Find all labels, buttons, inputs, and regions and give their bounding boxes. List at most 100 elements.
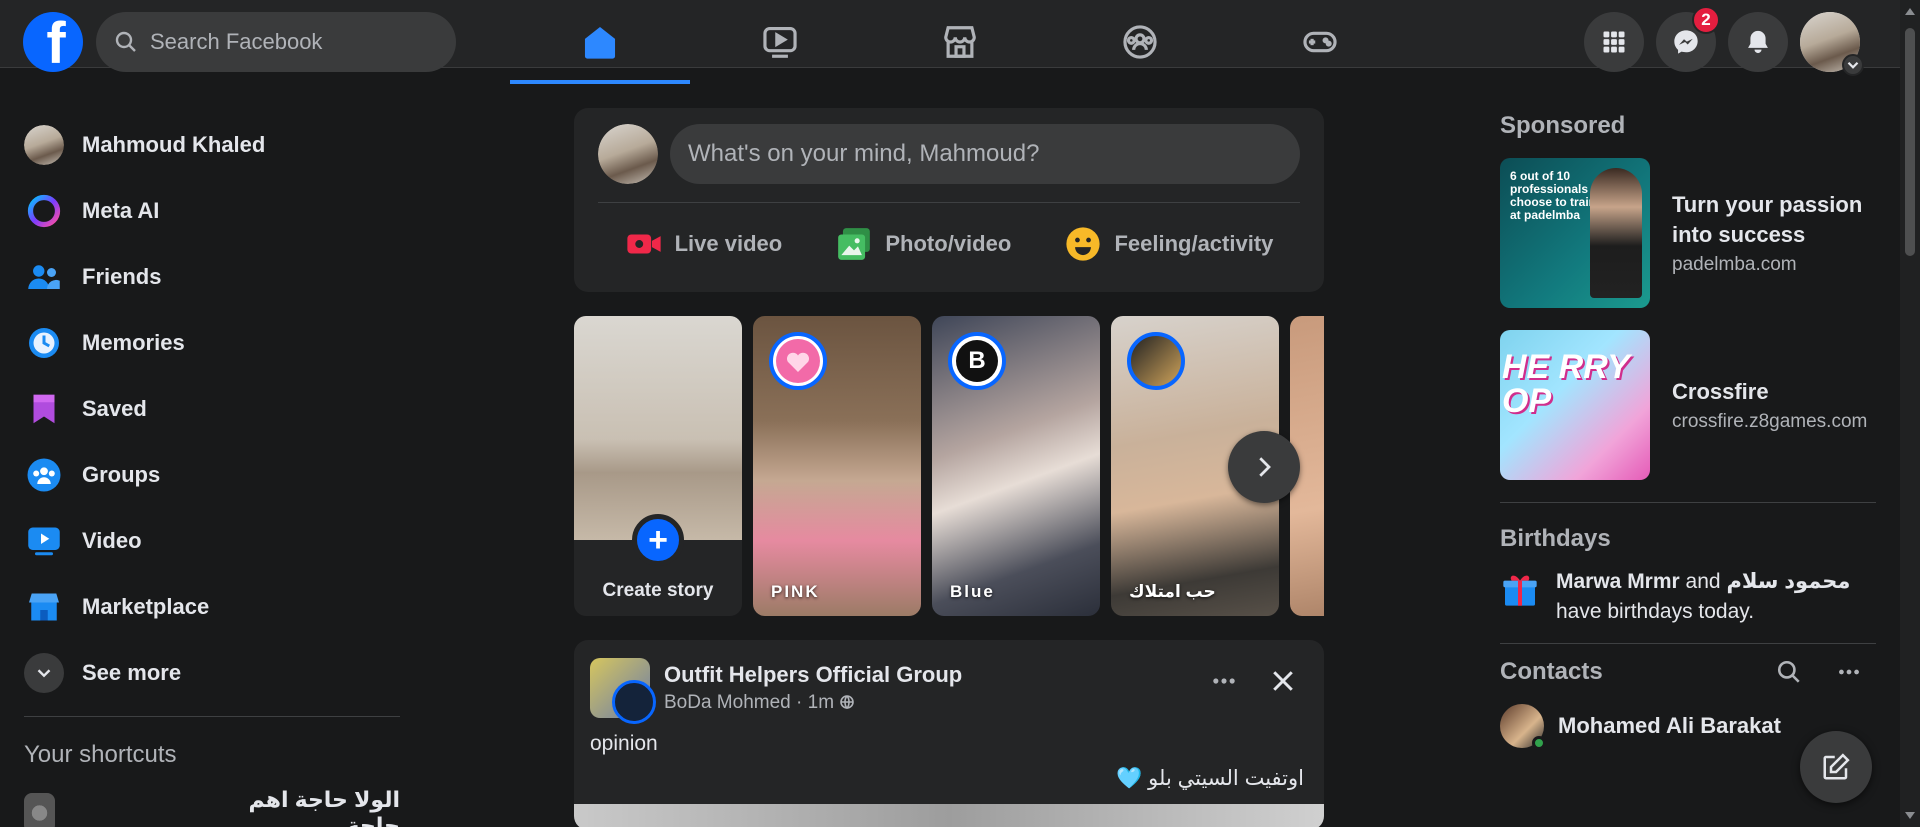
facebook-logo-icon[interactable]: f — [23, 12, 83, 72]
tab-gaming[interactable] — [1230, 0, 1410, 84]
post-composer: What's on your mind, Mahmoud? Live video… — [574, 108, 1324, 292]
create-story-card[interactable]: + Create story — [574, 316, 742, 616]
gaming-tab-icon — [1303, 31, 1337, 53]
story-avatar — [769, 332, 827, 390]
sponsored-ad[interactable]: 6 out of 10 professionals choose to trai… — [1500, 158, 1876, 308]
composer-input[interactable]: What's on your mind, Mahmoud? — [670, 124, 1300, 184]
tab-video[interactable] — [690, 0, 870, 84]
post-time[interactable]: 1m — [808, 692, 834, 713]
top-bar: f 2 — [0, 0, 1900, 84]
meta-ai-icon — [24, 191, 64, 231]
feeling-activity-button[interactable]: Feeling/activity — [1064, 225, 1273, 263]
tab-home[interactable] — [510, 0, 690, 84]
post-author[interactable]: BoDa Mohmed — [664, 692, 791, 713]
create-story-label: Create story — [602, 580, 714, 601]
more-options-icon[interactable] — [1210, 667, 1238, 695]
plus-icon: + — [632, 514, 684, 566]
sidebar-item-groups[interactable]: Groups — [20, 442, 400, 508]
see-more-label: See more — [82, 660, 182, 685]
see-more-button[interactable]: See more — [20, 640, 400, 706]
sidebar-item-label: Meta AI — [82, 198, 160, 223]
notifications-button[interactable] — [1728, 12, 1788, 72]
live-video-label: Live video — [674, 231, 783, 256]
ad-url: crossfire.z8games.com — [1672, 411, 1868, 432]
news-feed: What's on your mind, Mahmoud? Live video… — [574, 108, 1324, 827]
sponsored-ad[interactable]: HE RRY OP Crossfire crossfire.z8games.co… — [1500, 330, 1876, 480]
messenger-button[interactable]: 2 — [1656, 6, 1720, 72]
photo-video-button[interactable]: Photo/video — [835, 225, 1011, 263]
video-icon — [24, 521, 64, 561]
birthday-name[interactable]: Marwa Mrmr — [1556, 570, 1680, 593]
feed-post: Outfit Helpers Official Group BoDa Mohme… — [574, 640, 1324, 827]
account-button[interactable] — [1800, 12, 1864, 76]
left-sidebar: Mahmoud Khaled Meta AI Friends Memories … — [20, 112, 400, 827]
story-card[interactable]: B Blue — [932, 316, 1100, 616]
chevron-right-icon — [1259, 457, 1271, 477]
sidebar-item-label: Memories — [82, 330, 185, 355]
sidebar-item-label: Friends — [82, 264, 162, 289]
close-icon[interactable] — [1268, 666, 1298, 696]
home-icon — [584, 26, 616, 59]
ad-image-text: HE RRY OP — [1502, 348, 1630, 420]
sidebar-item-meta-ai[interactable]: Meta AI — [20, 178, 400, 244]
birthday-notice[interactable]: Marwa Mrmr and محمود سلام have birthdays… — [1500, 567, 1876, 627]
sponsored-title: Sponsored — [1500, 112, 1626, 139]
shortcuts-title: Your shortcuts — [24, 741, 177, 768]
menu-button[interactable] — [1584, 12, 1644, 72]
contact-name: Mohamed Ali Barakat — [1558, 713, 1781, 738]
sidebar-item-label: Groups — [82, 462, 161, 487]
shortcut-item[interactable]: الولا حاجة اهم حاجة — [20, 783, 400, 827]
more-options-icon[interactable] — [1836, 659, 1862, 685]
video-tab-icon — [763, 26, 797, 58]
scroll-down-icon[interactable] — [1905, 812, 1915, 819]
search-input[interactable] — [150, 29, 440, 55]
marketplace-tab-icon — [944, 26, 976, 58]
grid-menu-icon — [1603, 31, 1625, 53]
messenger-badge: 2 — [1692, 6, 1720, 34]
stories-row: + Create story PINK B Blue حب امتلاك — [574, 316, 1324, 616]
post-image[interactable] — [574, 804, 1324, 827]
chevron-down-icon — [1842, 54, 1864, 76]
post-subline: BoDa Mohmed · 1m — [664, 692, 962, 714]
author-avatar[interactable] — [612, 680, 656, 724]
scrollbar-thumb[interactable] — [1905, 28, 1915, 256]
ad-image: 6 out of 10 professionals choose to trai… — [1500, 158, 1650, 308]
birthday-and: and — [1685, 570, 1721, 593]
sidebar-item-video[interactable]: Video — [20, 508, 400, 574]
sidebar-item-profile[interactable]: Mahmoud Khaled — [20, 112, 400, 178]
live-video-button[interactable]: Live video — [625, 225, 783, 263]
tab-marketplace[interactable] — [870, 0, 1050, 84]
chevron-down-icon — [24, 653, 64, 693]
shortcut-group-icon — [24, 793, 56, 827]
avatar[interactable] — [598, 124, 658, 184]
story-avatar: B — [948, 332, 1006, 390]
stories-next-button[interactable] — [1228, 431, 1300, 503]
avatar — [24, 125, 64, 165]
birthday-suffix: have birthdays today. — [1556, 600, 1755, 623]
sidebar-item-friends[interactable]: Friends — [20, 244, 400, 310]
search-icon[interactable] — [1776, 659, 1802, 685]
page-scrollbar[interactable] — [1900, 0, 1920, 827]
story-card[interactable]: PINK — [753, 316, 921, 616]
right-rail: Sponsored 6 out of 10 professionals choo… — [1500, 112, 1876, 756]
post-group-name[interactable]: Outfit Helpers Official Group — [664, 662, 962, 688]
group-avatar[interactable] — [590, 658, 656, 724]
friends-icon — [24, 257, 64, 297]
sidebar-item-marketplace[interactable]: Marketplace — [20, 574, 400, 640]
groups-icon — [24, 455, 64, 495]
new-message-button[interactable] — [1800, 731, 1872, 803]
sidebar-item-saved[interactable]: Saved — [20, 376, 400, 442]
sidebar-item-memories[interactable]: Memories — [20, 310, 400, 376]
ad-image: HE RRY OP — [1500, 330, 1650, 480]
birthday-name[interactable]: محمود سلام — [1726, 570, 1850, 593]
messenger-icon — [1674, 30, 1698, 54]
search-icon — [115, 31, 136, 52]
scroll-up-icon[interactable] — [1905, 8, 1915, 15]
live-video-icon — [626, 234, 661, 254]
tab-groups[interactable] — [1050, 0, 1230, 84]
search-box[interactable] — [96, 12, 456, 72]
sidebar-item-label: Marketplace — [82, 594, 210, 619]
groups-tab-icon — [1123, 25, 1157, 59]
shortcut-label: الولا حاجة اهم حاجة — [248, 787, 400, 827]
ad-title: Turn your passion into success — [1672, 192, 1863, 247]
